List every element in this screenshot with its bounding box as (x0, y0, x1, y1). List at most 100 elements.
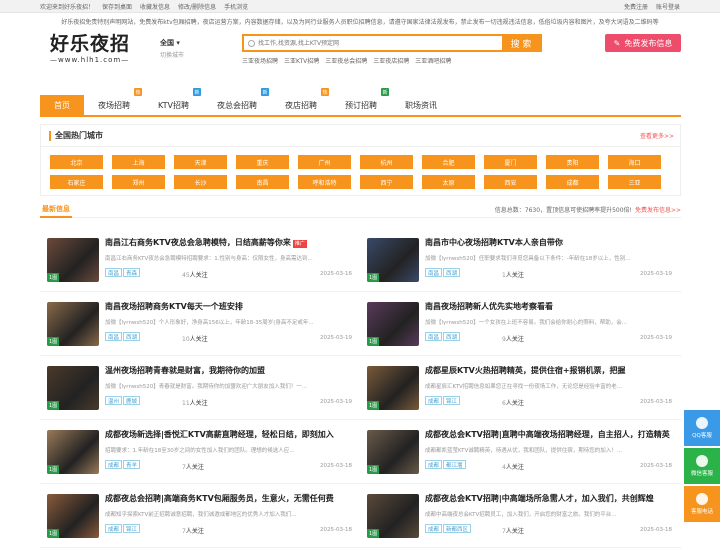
post-title[interactable]: 成都星辰KTV火热招聘精英，提供住宿+报销机票，把握 (425, 365, 675, 376)
city-button[interactable]: 长沙 (174, 175, 227, 189)
topbar-link-1[interactable]: 保存到桌面 (102, 2, 132, 11)
location-tag[interactable]: 青羊 (123, 460, 141, 469)
post-title[interactable]: 温州夜场招聘青春就是财富，我期待你的加盟 (105, 365, 355, 376)
search-button[interactable]: 搜 索 (502, 36, 540, 50)
city-button[interactable]: 三亚 (608, 175, 661, 189)
nav-item-2[interactable]: KTV招聘新 (144, 88, 203, 115)
city-button[interactable]: 北京 (50, 155, 103, 169)
city-button[interactable]: 天津 (174, 155, 227, 169)
post-card[interactable]: 1图 南昌市中心夜场招聘KTV本人亲自带你 加微【lyrnwsh520】任职要求我们… (360, 228, 680, 292)
location-tag[interactable]: 成都 (105, 460, 123, 469)
location-tag[interactable]: 成都 (425, 396, 443, 405)
post-title[interactable]: 成都夜总会招聘|高端商务KTV包厢服务员，生意火，无需任何费 (105, 493, 355, 504)
post-card[interactable]: 1图 南昌江右商务KTV夜总会急聘模特，日结高薪等你来 推广 南昌江右商务KTV夜总会… (40, 228, 360, 292)
hot-keyword[interactable]: 三亚夜店招聘 (373, 56, 409, 65)
city-button[interactable]: 成都 (546, 175, 599, 189)
location-tag[interactable]: 成都 (425, 460, 443, 469)
city-button[interactable]: 重庆 (236, 155, 289, 169)
city-button[interactable]: 西安 (484, 175, 537, 189)
location-tag[interactable]: 锦江 (123, 524, 141, 533)
post-card[interactable]: 1图 南昌夜场招聘商务KTV每天一个班安排 加微【lyrnwsh520】个人形象好，… (40, 292, 360, 356)
post-card[interactable]: 1图 成都夜总会KTV招聘|中高端场所急需人才，加入我们，共创辉煌 成都中高端夜总会… (360, 484, 680, 548)
login-link[interactable]: 账号登录 (656, 2, 680, 11)
float-qq[interactable]: QQ客服 (684, 410, 720, 446)
topbar-link-4[interactable]: 手机浏览 (224, 2, 248, 11)
location-tag[interactable]: 西湖 (443, 332, 461, 341)
search-input[interactable] (244, 36, 502, 50)
location-tag[interactable]: 西湖 (123, 332, 141, 341)
city-button[interactable]: 呼和浩特 (298, 175, 351, 189)
location-tag[interactable]: 青森 (123, 268, 141, 277)
post-title[interactable]: 南昌江右商务KTV夜总会急聘模特，日结高薪等你来 推广 (105, 237, 355, 248)
city-button[interactable]: 南昌 (236, 175, 289, 189)
topbar-link-2[interactable]: 收藏发信息 (140, 2, 170, 11)
location-tag[interactable]: 都江堰 (443, 460, 466, 469)
location-tag[interactable]: 新都西区 (443, 524, 472, 533)
site-logo[interactable]: 好乐夜招 —www.hlh1.com— (50, 33, 130, 64)
hot-keyword[interactable]: 三亚夜场招聘 (242, 56, 278, 65)
city-button[interactable]: 杭州 (360, 155, 413, 169)
nav-item-5[interactable]: 预订招聘新 (331, 88, 391, 115)
location-tag[interactable]: 南昌 (105, 332, 123, 341)
post-thumbnail[interactable]: 1图 (47, 494, 99, 538)
post-card[interactable]: 1图 成都夜总会招聘|高端商务KTV包厢服务员，生意火，无需任何费 成都知乎探索KT… (40, 484, 360, 548)
register-link[interactable]: 免费注册 (624, 2, 648, 11)
latest-publish-link[interactable]: 免费发布信息>> (635, 205, 681, 214)
float-wechat[interactable]: 微信客服 (684, 448, 720, 484)
post-title[interactable]: 成都夜总会KTV招聘|直聘中高端夜场招聘经理，自主招人，打造精英 (425, 429, 675, 440)
nav-item-3[interactable]: 夜总会招聘新 (203, 88, 271, 115)
location-tag[interactable]: 鹿城 (123, 396, 141, 405)
switch-city-link[interactable]: 切换城市 (160, 50, 184, 59)
location-tag[interactable]: 南昌 (425, 268, 443, 277)
post-thumbnail[interactable]: 1图 (367, 366, 419, 410)
city-button[interactable]: 海口 (608, 155, 661, 169)
hot-keyword[interactable]: 三亚KTV招聘 (284, 56, 319, 65)
nav-item-0[interactable]: 首页 (40, 95, 84, 115)
publish-button[interactable]: ✎ 免费发布信息 (605, 34, 681, 52)
location-tag[interactable]: 南昌 (425, 332, 443, 341)
post-card[interactable]: 1图 温州夜场招聘青春就是财富，我期待你的加盟 加微【lyrnwsh520】青春就是… (40, 356, 360, 420)
city-button[interactable]: 石家庄 (50, 175, 103, 189)
city-switcher[interactable]: 全国 ▾ 切换城市 (160, 38, 184, 59)
location-tag[interactable]: 锦江 (443, 396, 461, 405)
post-title[interactable]: 成都夜总会KTV招聘|中高端场所急需人才，加入我们，共创辉煌 (425, 493, 675, 504)
post-thumbnail[interactable]: 1图 (367, 302, 419, 346)
post-thumbnail[interactable]: 1图 (47, 302, 99, 346)
post-card[interactable]: 1图 成都夜场新选择|香悦汇KTV高薪直聘经理，轻松日结，即刻加入 招聘要求：1.年… (40, 420, 360, 484)
topbar-link-3[interactable]: 修改/删除信息 (178, 2, 216, 11)
post-thumbnail[interactable]: 1图 (47, 238, 99, 282)
nav-item-6[interactable]: 职场资讯 (391, 95, 451, 115)
post-thumbnail[interactable]: 1图 (367, 238, 419, 282)
post-thumbnail[interactable]: 1图 (47, 430, 99, 474)
location-tag[interactable]: 成都 (425, 524, 443, 533)
post-thumbnail[interactable]: 1图 (47, 366, 99, 410)
city-button[interactable]: 合肥 (422, 155, 475, 169)
city-button[interactable]: 厦门 (484, 155, 537, 169)
float-phone[interactable]: 客服电话 (684, 486, 720, 522)
post-title[interactable]: 成都夜场新选择|香悦汇KTV高薪直聘经理，轻松日结，即刻加入 (105, 429, 355, 440)
post-tags: 成都 新都西区 (425, 524, 472, 533)
city-button[interactable]: 太原 (422, 175, 475, 189)
city-button[interactable]: 广州 (298, 155, 351, 169)
more-cities-link[interactable]: 查看更多>> (640, 131, 674, 140)
city-button[interactable]: 上海 (112, 155, 165, 169)
city-button[interactable]: 郑州 (112, 175, 165, 189)
post-title[interactable]: 南昌夜场招聘新人优先实地考察看看 (425, 301, 675, 312)
post-title[interactable]: 南昌市中心夜场招聘KTV本人亲自带你 (425, 237, 675, 248)
hot-keyword[interactable]: 三亚夜总会招聘 (325, 56, 367, 65)
post-card[interactable]: 1图 成都星辰KTV火热招聘精英，提供住宿+报销机票，把握 成都星辰汇KTV招聘信息… (360, 356, 680, 420)
nav-item-1[interactable]: 夜场招聘热 (84, 88, 144, 115)
hot-keyword[interactable]: 三亚酒吧招聘 (415, 56, 451, 65)
post-thumbnail[interactable]: 1图 (367, 430, 419, 474)
post-thumbnail[interactable]: 1图 (367, 494, 419, 538)
post-card[interactable]: 1图 南昌夜场招聘新人优先实地考察看看 加微【lyrnwsh520】一个女孩在上班不… (360, 292, 680, 356)
location-tag[interactable]: 西湖 (443, 268, 461, 277)
nav-item-4[interactable]: 夜店招聘热 (271, 88, 331, 115)
post-card[interactable]: 1图 成都夜总会KTV招聘|直聘中高端夜场招聘经理，自主招人，打造精英 成都都凯蓝莹… (360, 420, 680, 484)
location-tag[interactable]: 温州 (105, 396, 123, 405)
city-button[interactable]: 贵阳 (546, 155, 599, 169)
city-button[interactable]: 西宁 (360, 175, 413, 189)
post-title[interactable]: 南昌夜场招聘商务KTV每天一个班安排 (105, 301, 355, 312)
location-tag[interactable]: 南昌 (105, 268, 123, 277)
location-tag[interactable]: 成都 (105, 524, 123, 533)
